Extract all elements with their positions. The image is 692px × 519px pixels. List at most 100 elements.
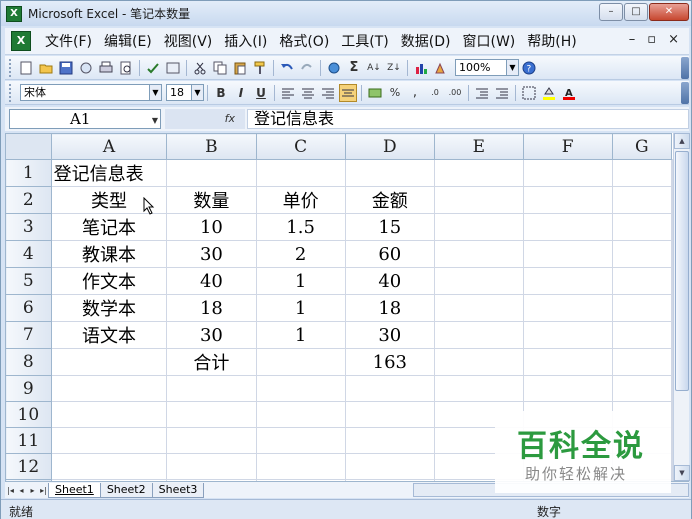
next-sheet-icon[interactable]: ▸: [27, 486, 38, 495]
cell[interactable]: [344, 401, 435, 428]
cell[interactable]: [522, 348, 613, 376]
cell[interactable]: [611, 186, 673, 214]
cell[interactable]: 金额: [344, 186, 435, 214]
scroll-up-icon[interactable]: ▲: [674, 133, 690, 149]
cell[interactable]: [433, 186, 524, 214]
permission-icon[interactable]: [77, 59, 95, 77]
cell[interactable]: [433, 321, 524, 349]
cell[interactable]: 10: [166, 213, 257, 241]
minimize-button[interactable]: –: [599, 3, 623, 21]
row-header[interactable]: 12: [5, 453, 52, 480]
copy-icon[interactable]: [211, 59, 229, 77]
font-size-box[interactable]: 18: [166, 84, 192, 101]
cell[interactable]: 18: [166, 294, 257, 322]
decrease-indent-icon[interactable]: [473, 84, 491, 102]
open-folder-icon[interactable]: [37, 59, 55, 77]
cell[interactable]: 合计: [166, 348, 257, 376]
cell[interactable]: [344, 453, 435, 480]
cell[interactable]: 40: [344, 267, 435, 295]
cell[interactable]: 语文本: [50, 321, 168, 349]
cell[interactable]: 单价: [255, 186, 346, 214]
paste-icon[interactable]: [231, 59, 249, 77]
cell[interactable]: [255, 348, 346, 376]
cell[interactable]: [522, 213, 613, 241]
merge-center-icon[interactable]: [339, 83, 357, 102]
row-header[interactable]: 11: [5, 427, 52, 454]
scroll-down-icon[interactable]: ▼: [674, 465, 690, 481]
row-header[interactable]: 4: [5, 240, 52, 268]
cell[interactable]: 18: [344, 294, 435, 322]
help-icon[interactable]: ?: [520, 59, 538, 77]
cell[interactable]: 数学本: [50, 294, 168, 322]
drawing-icon[interactable]: [432, 59, 450, 77]
align-left-icon[interactable]: [279, 84, 297, 102]
increase-indent-icon[interactable]: [493, 84, 511, 102]
cell[interactable]: [611, 213, 673, 241]
cell[interactable]: 数量: [166, 186, 257, 214]
sheet-tab-sheet2[interactable]: Sheet2: [99, 482, 153, 498]
new-icon[interactable]: [17, 59, 35, 77]
toolbar-options-button[interactable]: [681, 56, 689, 79]
row-header[interactable]: 5: [5, 267, 52, 295]
cell[interactable]: [522, 294, 613, 322]
borders-icon[interactable]: [520, 84, 538, 102]
scroll-thumb[interactable]: [675, 151, 689, 391]
cell[interactable]: [611, 348, 673, 376]
sort-ascending-icon[interactable]: A↓: [365, 59, 383, 77]
cell[interactable]: 笔记本: [50, 213, 168, 241]
cell[interactable]: [433, 294, 524, 322]
cell[interactable]: [50, 375, 168, 402]
increase-decimal-icon[interactable]: .0: [426, 84, 444, 102]
column-header[interactable]: A: [50, 133, 168, 160]
column-header[interactable]: F: [522, 133, 613, 160]
sheet-tab-sheet1[interactable]: Sheet1: [48, 482, 101, 498]
fill-color-icon[interactable]: [540, 84, 558, 102]
sort-descending-icon[interactable]: Z↓: [385, 59, 403, 77]
cell[interactable]: [522, 186, 613, 214]
column-header[interactable]: E: [433, 133, 524, 160]
cell[interactable]: [166, 159, 257, 187]
cell[interactable]: [50, 427, 168, 454]
italic-button[interactable]: I: [232, 84, 250, 102]
align-right-icon[interactable]: [319, 84, 337, 102]
row-header[interactable]: 8: [5, 348, 52, 376]
row-header[interactable]: 1: [5, 159, 52, 187]
cut-icon[interactable]: [191, 59, 209, 77]
comma-style-icon[interactable]: ,: [406, 84, 424, 102]
font-color-icon[interactable]: A: [560, 84, 578, 102]
row-header[interactable]: 7: [5, 321, 52, 349]
toolbar-grip[interactable]: [9, 83, 13, 102]
maximize-button[interactable]: □: [624, 3, 648, 21]
row-header[interactable]: 10: [5, 401, 52, 428]
cell[interactable]: [255, 401, 346, 428]
toolbar-options-button[interactable]: [681, 81, 689, 104]
cell[interactable]: [433, 267, 524, 295]
cell[interactable]: [522, 267, 613, 295]
save-icon[interactable]: [57, 59, 75, 77]
row-header[interactable]: 2: [5, 186, 52, 214]
row-header[interactable]: 3: [5, 213, 52, 241]
cell[interactable]: [522, 240, 613, 268]
cell[interactable]: [166, 401, 257, 428]
percent-icon[interactable]: %: [386, 84, 404, 102]
font-name-box[interactable]: 宋体: [20, 84, 150, 101]
zoom-dropdown-arrow[interactable]: ▼: [507, 59, 519, 76]
cell[interactable]: [166, 375, 257, 402]
prev-sheet-icon[interactable]: ◂: [16, 486, 27, 495]
cell[interactable]: 1.5: [255, 213, 346, 241]
cell[interactable]: [433, 213, 524, 241]
menu-help[interactable]: 帮助(H): [521, 31, 582, 51]
menu-file[interactable]: 文件(F): [39, 31, 98, 51]
undo-icon[interactable]: [278, 59, 296, 77]
zoom-box[interactable]: 100%: [455, 59, 507, 76]
cell[interactable]: [522, 159, 613, 187]
decrease-decimal-icon[interactable]: .00: [446, 84, 464, 102]
align-center-icon[interactable]: [299, 84, 317, 102]
cell[interactable]: [433, 240, 524, 268]
workbook-icon[interactable]: X: [11, 31, 31, 51]
name-box-dropdown-icon[interactable]: ▼: [152, 112, 158, 130]
chart-wizard-icon[interactable]: [412, 59, 430, 77]
redo-icon[interactable]: [298, 59, 316, 77]
cell[interactable]: [166, 427, 257, 454]
cell[interactable]: 1: [255, 294, 346, 322]
